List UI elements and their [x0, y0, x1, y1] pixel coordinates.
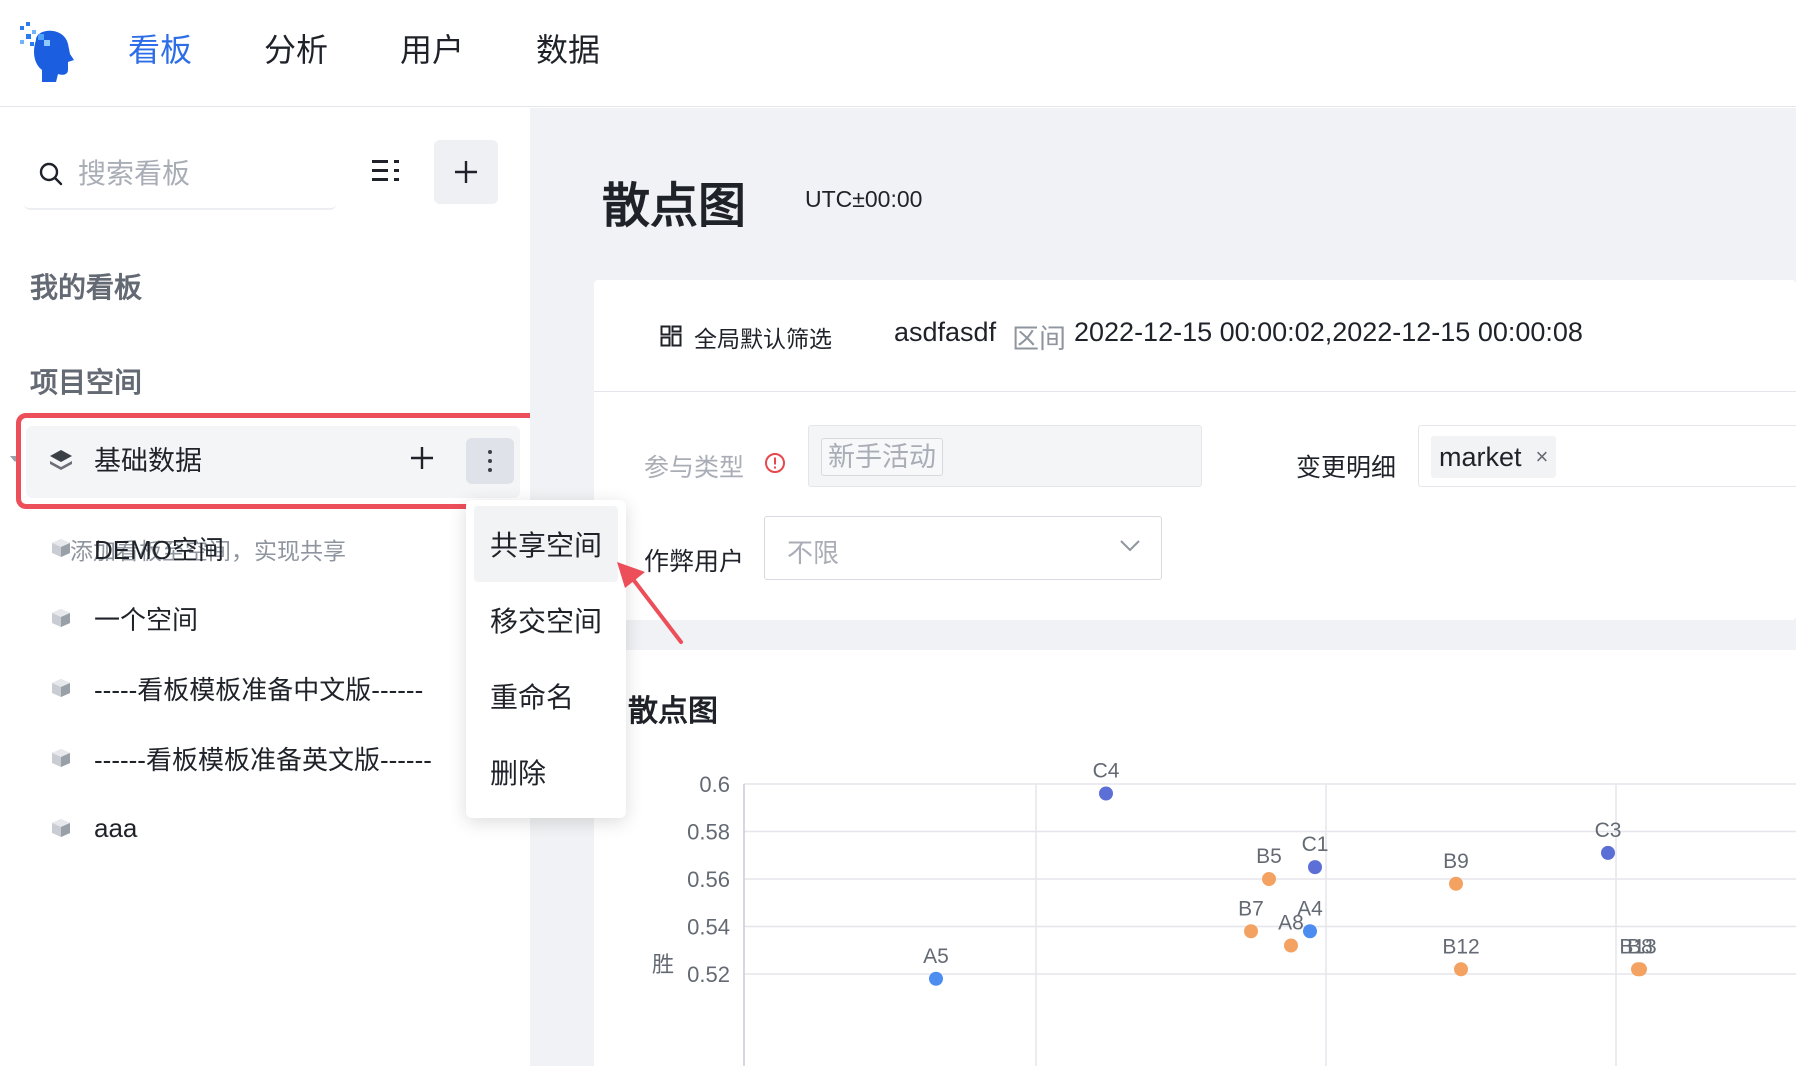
sidebar: 我的看板 项目空间 基础数据 添加看板至空间，实现共享 DEMO空间 一个空间 …: [0, 108, 552, 1066]
scatter-chart: 0.60.580.560.540.52胜 C4C3C1B5 B9B7 A4A8B12…: [652, 760, 1796, 1066]
search-icon: [39, 162, 63, 186]
point-label: A8: [1278, 912, 1304, 935]
point-label: B9: [1443, 850, 1469, 873]
space-item[interactable]: 一个空间: [50, 598, 198, 638]
plus-icon: [455, 161, 477, 183]
space-options-menu: 共享空间 移交空间 重命名 删除: [466, 500, 626, 818]
space-item-label: -----看板模板准备中文版------: [94, 674, 424, 705]
menu-delete[interactable]: 删除: [474, 734, 618, 810]
filter-name: asdfasdf: [894, 317, 997, 347]
participation-type-field[interactable]: 新手活动: [808, 425, 1202, 487]
search-box: [24, 140, 336, 210]
change-detail-field[interactable]: market ×: [1418, 425, 1796, 487]
scatter-point[interactable]: [1262, 872, 1276, 886]
cheat-user-value: 不限: [787, 538, 840, 568]
space-item-label: DEMO空间: [94, 534, 225, 565]
y-tick-label: 0.56: [687, 867, 730, 892]
scatter-point[interactable]: [1099, 786, 1113, 801]
change-tag-text: market: [1439, 441, 1522, 472]
change-detail-tag: market ×: [1431, 436, 1557, 478]
nav-data[interactable]: 数据: [536, 28, 600, 72]
cube-icon: [52, 679, 70, 697]
y-tick-label: 0.54: [687, 915, 730, 940]
cube-icon: [52, 819, 70, 837]
scatter-point[interactable]: [1308, 860, 1322, 875]
remove-tag-icon[interactable]: ×: [1536, 444, 1549, 470]
point-label: B12: [1442, 935, 1479, 958]
warning-icon: [765, 453, 785, 473]
annotation-highlight-box: [16, 413, 552, 509]
space-item[interactable]: ------看板模板准备英文版------: [50, 738, 432, 778]
main-nav: 看板 分析 用户 数据: [128, 28, 600, 72]
point-label: B5: [1256, 845, 1282, 868]
space-item[interactable]: aaa: [50, 808, 137, 848]
space-item[interactable]: DEMO空间: [50, 528, 224, 568]
section-project-spaces: 项目空间: [30, 367, 143, 398]
point-label: C4: [1093, 760, 1120, 783]
brain-logo-icon[interactable]: [18, 20, 76, 82]
cheat-user-select[interactable]: 不限: [764, 516, 1162, 580]
menu-rename[interactable]: 重命名: [474, 658, 618, 734]
filter-card: 全局默认筛选 asdfasdf 区间 2022-12-15 00:00:02,2…: [594, 280, 1796, 620]
scatter-point[interactable]: [1601, 845, 1615, 860]
cube-icon: [52, 749, 70, 767]
point-label: B8: [1627, 935, 1653, 958]
nav-dashboard[interactable]: 看板: [128, 28, 192, 72]
filter-value: 2022-12-15 00:00:02,2022-12-15 00:00:08: [1074, 317, 1583, 347]
menu-transfer-space[interactable]: 移交空间: [474, 582, 618, 658]
point-label: B7: [1238, 897, 1264, 920]
nav-analysis[interactable]: 分析: [264, 28, 328, 72]
scatter-point[interactable]: [1284, 938, 1298, 953]
page-title: 散点图: [602, 180, 747, 233]
scatter-point[interactable]: [929, 971, 943, 986]
space-item-label: ------看板模板准备英文版------: [94, 744, 432, 775]
section-my-dashboards[interactable]: 我的看板: [30, 266, 142, 306]
point-label: C1: [1302, 833, 1329, 856]
grid-icon: [660, 325, 682, 347]
y-tick-label: 0.58: [687, 820, 730, 845]
chevron-down-icon: [1120, 540, 1140, 552]
add-dashboard-button[interactable]: [434, 140, 498, 204]
chart-points: C4C3C1B5 B9B7 A4A8B12 B13B8A5: [923, 760, 1657, 986]
filter-range-label: 区间: [1012, 324, 1066, 354]
scatter-point[interactable]: [1449, 876, 1463, 891]
list-view-icon[interactable]: [370, 155, 402, 187]
change-detail-label: 变更明细: [1296, 454, 1397, 482]
cube-icon: [52, 609, 70, 627]
scatter-point[interactable]: [1633, 962, 1647, 977]
space-item[interactable]: -----看板模板准备中文版------: [50, 668, 423, 708]
y-tick-label: 0.6: [699, 772, 730, 797]
menu-share-space[interactable]: 共享空间: [474, 506, 618, 582]
scatter-point[interactable]: [1303, 924, 1317, 939]
space-item-label: aaa: [94, 812, 138, 843]
search-input[interactable]: [78, 158, 318, 190]
point-label: A5: [923, 945, 949, 968]
global-filter-label[interactable]: 全局默认筛选: [694, 320, 832, 354]
global-filter-row: 全局默认筛选 asdfasdf 区间 2022-12-15 00:00:02,2…: [594, 280, 1796, 392]
chart-grid: 0.6 0.58 0.56 0.54 0.52 胜: [652, 772, 1796, 1066]
annotation-arrow-icon: [617, 562, 683, 644]
cube-icon: [52, 539, 70, 557]
scatter-point[interactable]: [1454, 962, 1468, 977]
space-item-label: 一个空间: [94, 604, 199, 635]
nav-users[interactable]: 用户: [400, 28, 464, 72]
participation-type-tag: 新手活动: [821, 438, 943, 476]
point-label: C3: [1595, 819, 1622, 842]
timezone-label: UTC±00:00: [805, 186, 923, 212]
chart-card: 散点图 0.6 0.58 0.56 0.54 0.52 胜 C4 C3 C1 B5 B9 B7 A4 A…: [594, 650, 1796, 1066]
y-tick-label: 0.52: [687, 962, 730, 987]
y-axis-label: 胜: [652, 952, 674, 977]
top-navbar: 看板 分析 用户 数据: [0, 0, 1796, 107]
participation-type-label: 参与类型: [644, 454, 745, 482]
scatter-point[interactable]: [1244, 924, 1258, 939]
main-content: 散点图 UTC±00:00 全局默认筛选 asdfasdf 区间 2022-12…: [530, 108, 1796, 1066]
